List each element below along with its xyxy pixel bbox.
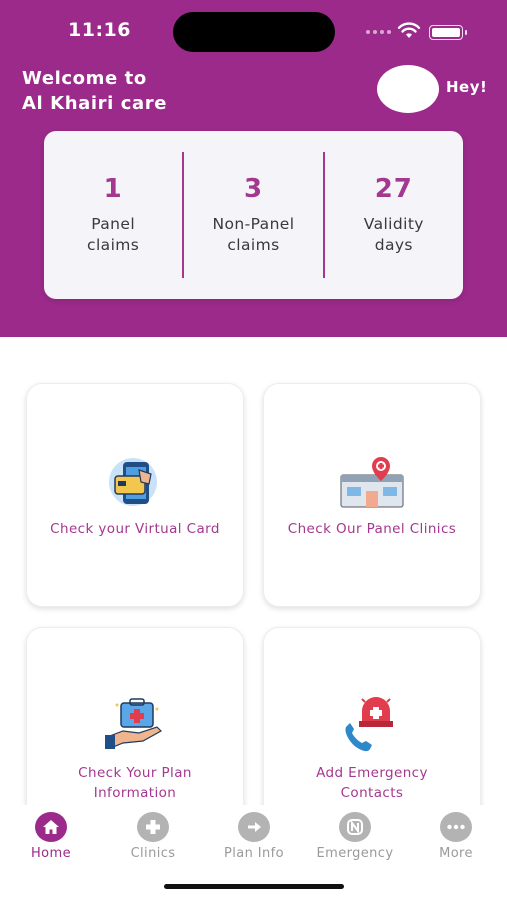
- welcome-line-2: Al Khairi care: [22, 93, 168, 114]
- wifi-icon: [397, 22, 421, 38]
- welcome-line-1: Welcome to: [22, 68, 147, 89]
- avatar[interactable]: [377, 65, 439, 113]
- virtual-card-icon: [103, 451, 167, 513]
- tab-label: Clinics: [130, 846, 176, 861]
- tab-clinics[interactable]: Clinics: [108, 812, 198, 861]
- stats-card: 1 Panel claims 3 Non-Panel claims 27 Val…: [44, 131, 463, 299]
- tile-virtual-card[interactable]: Check your Virtual Card: [26, 383, 244, 607]
- tile-label-line: Add Emergency: [316, 765, 428, 781]
- tab-label: Emergency: [316, 846, 394, 861]
- welcome-title: Welcome to Al Khairi care: [22, 66, 167, 116]
- tile-label: Check your Virtual Card: [38, 519, 232, 539]
- stat-value: 3: [243, 174, 264, 204]
- stat-label: Validity days: [364, 214, 424, 256]
- home-icon: [35, 812, 67, 842]
- plus-icon: [137, 812, 169, 842]
- greeting-text: Hey!: [446, 78, 488, 96]
- stat-value: 27: [374, 174, 413, 204]
- stat-label-line: claims: [227, 236, 280, 254]
- more-dots-icon: [440, 812, 472, 842]
- header-banner: 11:16 Welcome to Al Khairi care Hey! 1 P…: [0, 0, 507, 337]
- tile-label-line: Contacts: [340, 785, 404, 801]
- tab-label: Home: [31, 846, 71, 861]
- stat-label-line: Validity: [363, 215, 424, 233]
- clinic-building-icon: [337, 451, 407, 513]
- cellular-signal-icon: [366, 30, 391, 34]
- stat-label: Panel claims: [87, 214, 139, 256]
- stat-label-line: Non-Panel: [212, 215, 295, 233]
- stat-validity-days[interactable]: 27 Validity days: [325, 131, 463, 299]
- dynamic-island: [173, 12, 335, 52]
- app-screen: 11:16 Welcome to Al Khairi care Hey! 1 P…: [0, 0, 507, 900]
- tile-label-line: Check your Virtual Card: [50, 521, 220, 537]
- battery-icon: [429, 25, 467, 40]
- tile-label: Check Your Plan Information: [66, 763, 204, 803]
- tile-label-line: Check Our Panel Clinics: [287, 521, 457, 537]
- status-time: 11:16: [68, 19, 131, 41]
- tab-plan-info[interactable]: Plan Info: [209, 812, 299, 861]
- tab-emergency[interactable]: Emergency: [310, 812, 400, 861]
- stat-panel-claims[interactable]: 1 Panel claims: [44, 131, 182, 299]
- tile-label-line: Information: [93, 785, 177, 801]
- stat-non-panel-claims[interactable]: 3 Non-Panel claims: [184, 131, 322, 299]
- tab-label: More: [439, 846, 473, 861]
- stat-label-line: days: [374, 236, 413, 254]
- tile-label: Check Our Panel Clinics: [276, 519, 468, 539]
- tab-home[interactable]: Home: [6, 812, 96, 861]
- emergency-icon: [339, 812, 371, 842]
- tab-label: Plan Info: [224, 846, 284, 861]
- stat-value: 1: [103, 174, 123, 204]
- arrow-right-icon: [238, 812, 270, 842]
- tile-panel-clinics[interactable]: Check Our Panel Clinics: [263, 383, 481, 607]
- stat-label: Non-Panel claims: [213, 214, 295, 256]
- tile-label: Add Emergency Contacts: [304, 763, 440, 803]
- tile-label-line: Check Your Plan: [78, 765, 192, 781]
- home-indicator[interactable]: [164, 884, 344, 889]
- stat-label-line: Panel: [91, 215, 136, 233]
- tab-more[interactable]: More: [411, 812, 501, 861]
- plan-info-icon: [103, 695, 167, 757]
- stat-label-line: claims: [87, 236, 140, 254]
- emergency-contact-icon: [340, 695, 404, 757]
